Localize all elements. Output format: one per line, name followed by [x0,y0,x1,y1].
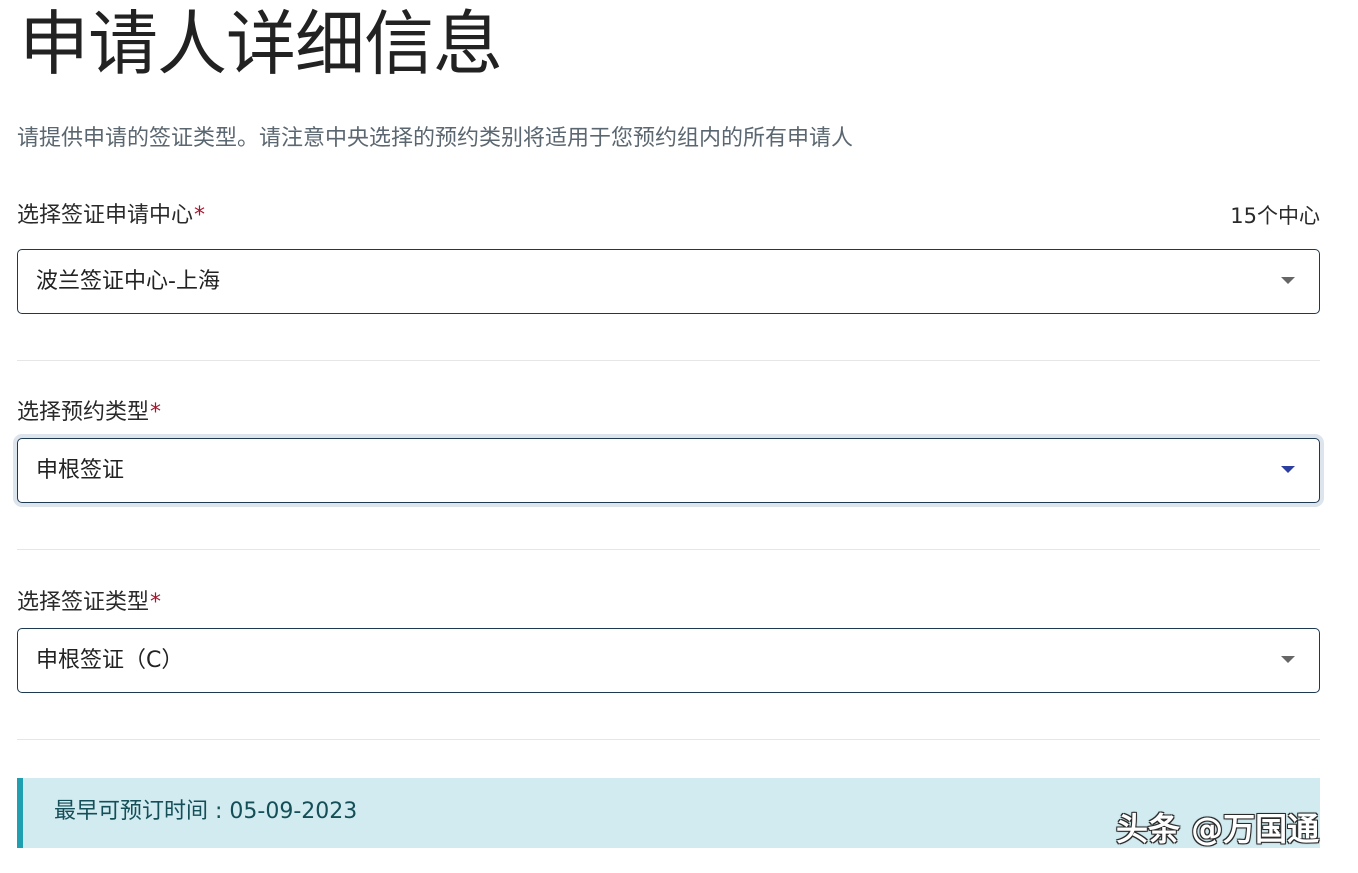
centre-select-value: 波兰签证中心-上海 [36,269,220,294]
category-select-value: 申根签证 [36,458,125,483]
centre-select[interactable]: 波兰签证中心-上海 [17,249,1320,314]
category-select[interactable]: 申根签证 [17,438,1320,503]
caret-down-icon[interactable] [1281,277,1295,284]
section-divider [17,549,1320,550]
subcategory-select-value: 申根签证（C） [36,648,184,673]
centre-count: 15个中心 [1230,204,1320,228]
required-asterisk: * [194,203,206,228]
subcategory-select[interactable]: 申根签证（C） [17,628,1320,693]
section-divider [17,739,1320,740]
centre-label-text: 选择签证申请中心 [17,203,194,228]
caret-down-icon[interactable] [1281,466,1295,473]
watermark: 头条 @万国通 [1116,810,1320,848]
page-title: 申请人详细信息 [19,3,503,85]
subcategory-field-label: 选择签证类型* [17,588,161,618]
earliest-slot-text: 最早可预订时间 : 05-09-2023 [54,799,358,824]
required-asterisk: * [150,590,162,615]
category-label-text: 选择预约类型 [17,400,150,425]
page-subtitle: 请提供申请的签证类型。请注意中央选择的预约类别将适用于您预约组内的所有申请人 [17,126,854,151]
category-field-label: 选择预约类型* [17,398,161,428]
centre-field-label: 选择签证申请中心* [17,201,205,231]
section-divider [17,360,1320,361]
caret-down-icon[interactable] [1281,656,1295,663]
subcategory-label-text: 选择签证类型 [17,590,150,615]
required-asterisk: * [150,400,162,425]
